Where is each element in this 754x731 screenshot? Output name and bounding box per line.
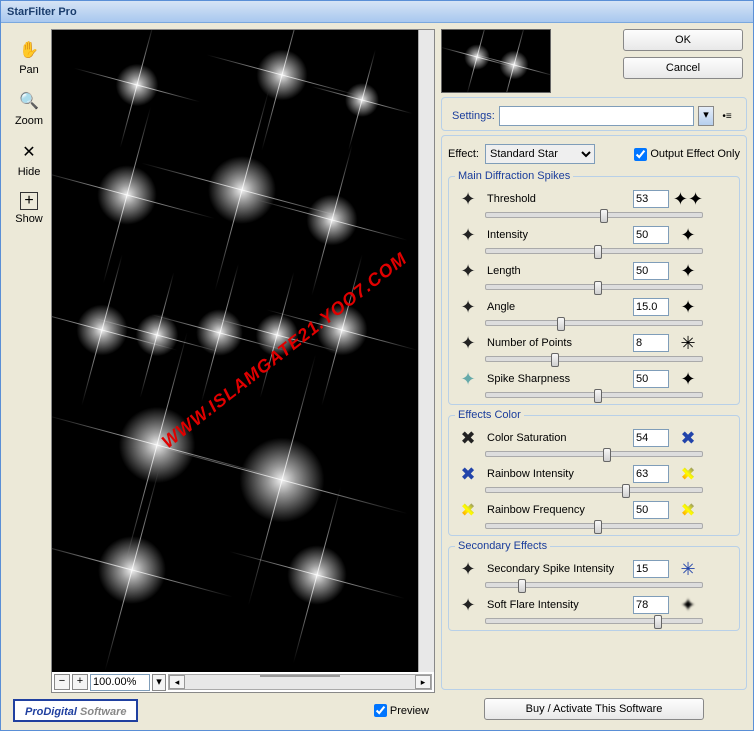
angle-input[interactable] — [633, 298, 669, 316]
zoom-out-button[interactable]: − — [54, 674, 70, 690]
length-high-icon: ✦ — [675, 258, 701, 284]
settings-label: Settings: — [452, 110, 495, 122]
rainbow-freq-low-icon: ✖ — [455, 497, 481, 523]
rainbow-int-input[interactable] — [633, 465, 669, 483]
intensity-slider[interactable] — [485, 248, 703, 254]
plus-box-icon: + — [20, 192, 38, 210]
preview-image[interactable]: WWW.ISLAMGATE21.YOO7.COM — [52, 30, 418, 672]
length-low-icon: ✦ — [455, 258, 481, 284]
buy-activate-button[interactable]: Buy / Activate This Software — [484, 698, 704, 720]
group-color-title: Effects Color — [455, 409, 524, 421]
sharpness-input[interactable] — [633, 370, 669, 388]
zoom-in-button[interactable]: + — [72, 674, 88, 690]
points-slider[interactable] — [485, 356, 703, 362]
left-toolbar: ✋ Pan 🔍 Zoom ✕ Hide + Show — [7, 29, 51, 695]
vendor-logo: ProDigital Software — [13, 699, 138, 722]
intensity-input[interactable] — [633, 226, 669, 244]
saturation-low-icon: ✖ — [455, 425, 481, 451]
sec-spike-input[interactable] — [633, 560, 669, 578]
zoom-value-input[interactable] — [90, 674, 150, 691]
saturation-slider[interactable] — [485, 451, 703, 457]
sharpness-high-icon: ✦ — [675, 366, 701, 392]
sec-spike-low-icon: ✦ — [455, 556, 481, 582]
sharpness-slider[interactable] — [485, 392, 703, 398]
rainbow-freq-slider[interactable] — [485, 523, 703, 529]
output-only-checkbox-input[interactable] — [634, 148, 647, 161]
group-main-title: Main Diffraction Spikes — [455, 170, 573, 182]
tool-pan[interactable]: ✋ Pan — [18, 39, 40, 76]
sec-spike-slider[interactable] — [485, 582, 703, 588]
tool-hide[interactable]: ✕ Hide — [18, 141, 41, 178]
tool-show[interactable]: + Show — [15, 192, 43, 225]
group-main-spikes: Main Diffraction Spikes ✦Threshold✦✦ ✦In… — [448, 170, 740, 405]
sec-spike-high-icon: ✳ — [675, 556, 701, 582]
angle-high-icon: ✦ — [675, 294, 701, 320]
window-title: StarFilter Pro — [7, 6, 77, 18]
length-slider[interactable] — [485, 284, 703, 290]
effect-thumbnail — [441, 29, 551, 93]
soft-flare-high-icon: ✦ — [675, 592, 701, 618]
x-icon: ✕ — [18, 141, 40, 163]
scroll-left-button[interactable]: ◂ — [169, 675, 185, 689]
rainbow-int-low-icon: ✖ — [455, 461, 481, 487]
preview-checkbox-input[interactable] — [374, 704, 387, 717]
threshold-high-icon: ✦✦ — [675, 186, 701, 212]
preview-checkbox[interactable]: Preview — [374, 704, 429, 717]
cancel-button[interactable]: Cancel — [623, 57, 743, 79]
threshold-slider[interactable] — [485, 212, 703, 218]
angle-low-icon: ✦ — [455, 294, 481, 320]
scroll-thumb[interactable] — [260, 675, 340, 677]
soft-flare-slider[interactable] — [485, 618, 703, 624]
rainbow-freq-input[interactable] — [633, 501, 669, 519]
angle-slider[interactable] — [485, 320, 703, 326]
title-bar[interactable]: StarFilter Pro — [1, 1, 753, 23]
points-input[interactable] — [633, 334, 669, 352]
saturation-high-icon: ✖ — [675, 425, 701, 451]
effect-select[interactable]: Standard Star — [485, 144, 595, 164]
scroll-right-button[interactable]: ▸ — [415, 675, 431, 689]
magnifier-icon: 🔍 — [18, 90, 40, 112]
effect-label: Effect: — [448, 148, 479, 160]
preview-horizontal-scrollbar[interactable]: ◂ ▸ — [168, 674, 432, 690]
output-only-checkbox[interactable]: Output Effect Only — [634, 148, 740, 161]
zoom-dropdown-button[interactable]: ▾ — [152, 674, 166, 691]
tool-zoom[interactable]: 🔍 Zoom — [15, 90, 43, 127]
hand-icon: ✋ — [18, 39, 40, 61]
threshold-input[interactable] — [633, 190, 669, 208]
length-input[interactable] — [633, 262, 669, 280]
settings-dropdown-button[interactable]: ▾ — [698, 106, 714, 126]
intensity-high-icon: ✦ — [675, 222, 701, 248]
saturation-input[interactable] — [633, 429, 669, 447]
intensity-low-icon: ✦ — [455, 222, 481, 248]
soft-flare-input[interactable] — [633, 596, 669, 614]
ok-button[interactable]: OK — [623, 29, 743, 51]
group-effects-color: Effects Color ✖Color Saturation✖ ✖Rainbo… — [448, 409, 740, 536]
points-high-icon: ✳ — [675, 330, 701, 356]
rainbow-int-slider[interactable] — [485, 487, 703, 493]
soft-flare-low-icon: ✦ — [455, 592, 481, 618]
zoom-bar: − + ▾ ◂ ▸ — [52, 672, 434, 692]
rainbow-freq-high-icon: ✖ — [675, 497, 701, 523]
sharpness-low-icon: ✦ — [455, 366, 481, 392]
rainbow-int-high-icon: ✖ — [675, 461, 701, 487]
group-secondary-title: Secondary Effects — [455, 540, 550, 552]
app-window: StarFilter Pro ✋ Pan 🔍 Zoom ✕ Hide — [0, 0, 754, 731]
points-low-icon: ✦ — [455, 330, 481, 356]
settings-menu-button[interactable]: •≡ — [718, 111, 736, 122]
group-secondary: Secondary Effects ✦Secondary Spike Inten… — [448, 540, 740, 631]
threshold-low-icon: ✦ — [455, 186, 481, 212]
preview-pane: WWW.ISLAMGATE21.YOO7.COM − + ▾ ◂ ▸ — [51, 29, 435, 693]
settings-select[interactable] — [499, 106, 694, 126]
preview-vertical-scrollbar[interactable] — [418, 30, 434, 672]
